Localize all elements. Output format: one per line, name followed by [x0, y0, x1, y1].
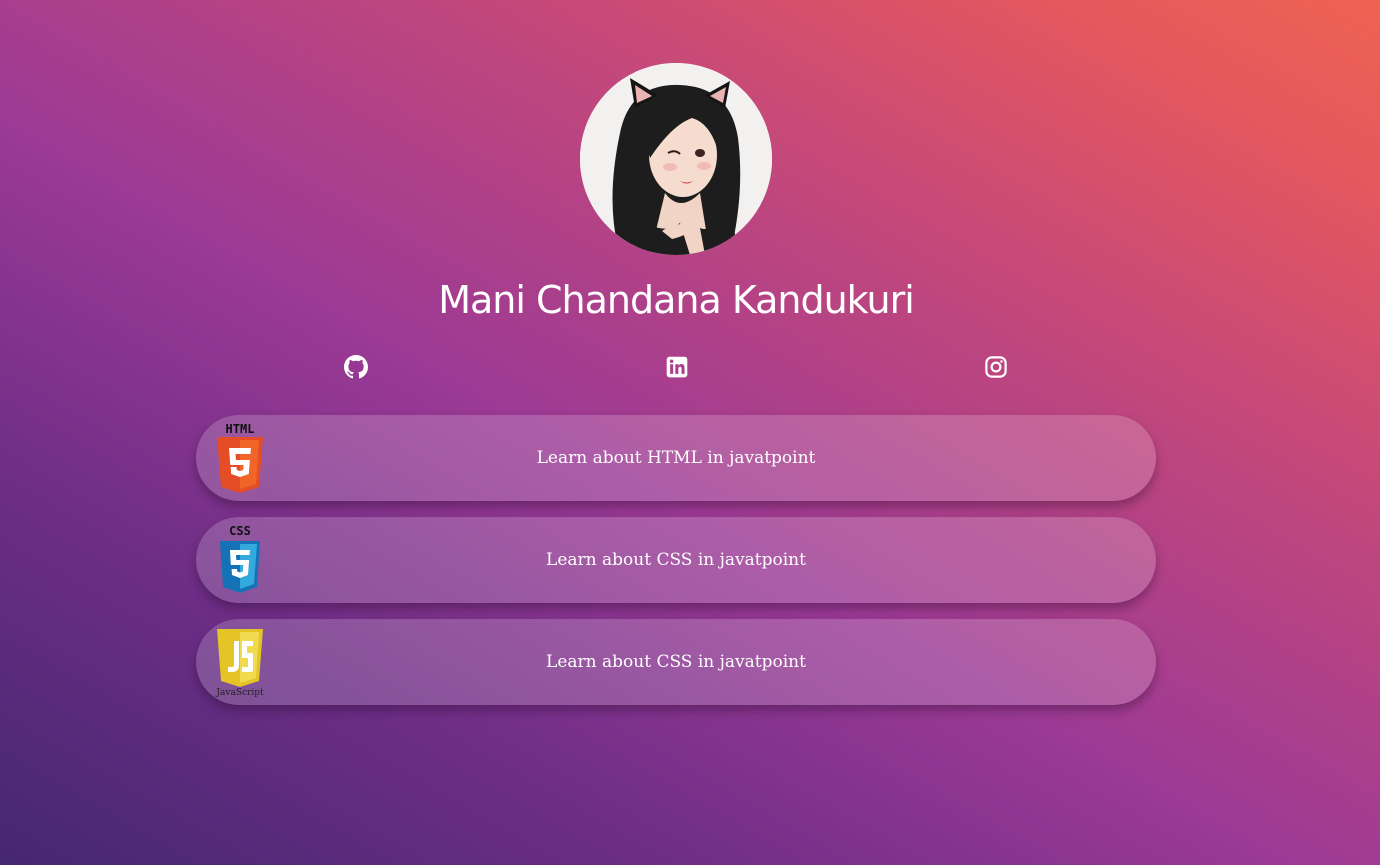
linkedin-icon — [666, 356, 688, 378]
github-link[interactable] — [343, 354, 369, 380]
linkedin-link[interactable] — [664, 354, 690, 380]
github-icon — [344, 355, 368, 379]
javascript-link-button[interactable]: JavaScript Learn about CSS in javatpoint — [196, 619, 1156, 705]
css-link-label: Learn about CSS in javatpoint — [546, 550, 806, 570]
instagram-icon — [985, 356, 1007, 378]
css-link-button[interactable]: CSS Learn about CSS in javatpoint — [196, 517, 1156, 603]
html-link-label: Learn about HTML in javatpoint — [536, 448, 816, 468]
instagram-link[interactable] — [983, 354, 1009, 380]
profile-avatar — [580, 63, 772, 255]
profile-name: Mani Chandana Kandukuri — [438, 278, 915, 322]
html-link-button[interactable]: HTML Learn about HTML in javatpoint — [196, 415, 1156, 501]
javascript-link-label: Learn about CSS in javatpoint — [546, 652, 806, 672]
